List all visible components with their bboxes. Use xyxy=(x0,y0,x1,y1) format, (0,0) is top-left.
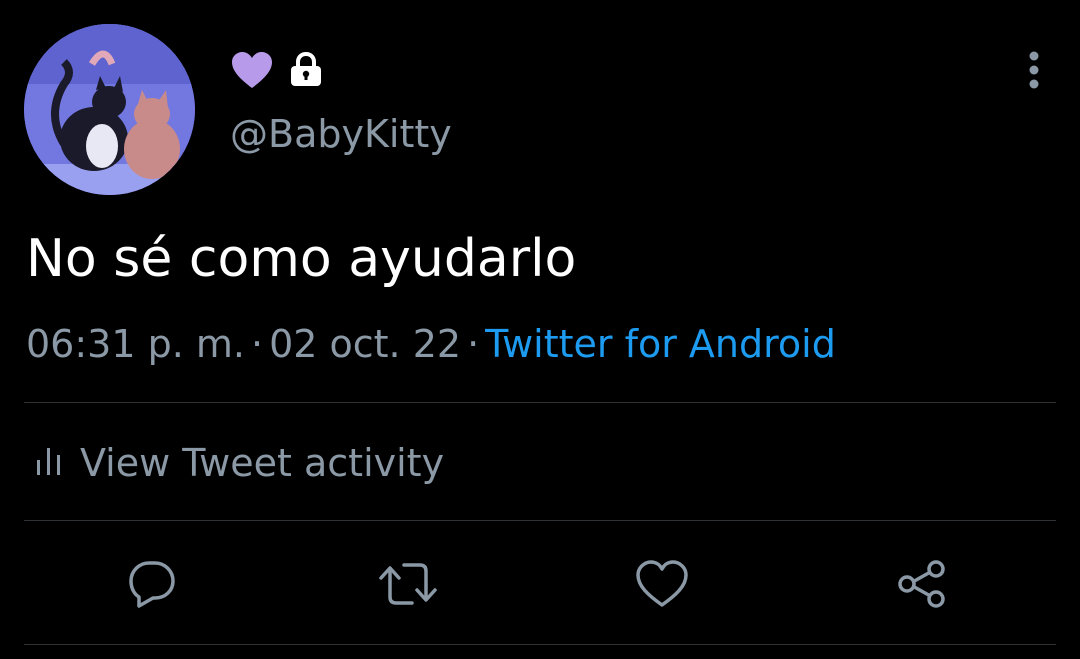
divider xyxy=(24,520,1056,521)
meta-separator: · xyxy=(250,322,264,366)
retweet-button[interactable] xyxy=(378,554,438,614)
divider xyxy=(24,644,1056,645)
view-tweet-activity-button[interactable]: View Tweet activity xyxy=(36,436,444,490)
lock-icon xyxy=(288,51,324,92)
cats-avatar-icon xyxy=(24,24,195,195)
more-vertical-icon xyxy=(1029,51,1039,89)
retweet-icon xyxy=(379,563,437,605)
view-tweet-activity-label: View Tweet activity xyxy=(80,441,445,485)
reply-icon xyxy=(129,561,175,608)
tweet-text: No sé como ayudarlo xyxy=(26,229,577,289)
tweet-date: 02 oct. 22 xyxy=(269,322,462,366)
divider xyxy=(24,402,1056,403)
share-button[interactable] xyxy=(892,554,952,614)
like-button[interactable] xyxy=(632,554,692,614)
analytics-icon xyxy=(36,446,62,480)
tweet-source-link[interactable]: Twitter for Android xyxy=(485,322,836,366)
user-handle[interactable]: @BabyKitty xyxy=(230,110,452,158)
share-icon xyxy=(898,560,945,608)
reply-button[interactable] xyxy=(122,554,182,614)
heart-icon xyxy=(636,560,688,607)
more-options-button[interactable] xyxy=(1010,44,1058,96)
display-name-row xyxy=(230,50,324,94)
avatar[interactable] xyxy=(24,24,195,195)
tweet-time: 06:31 p. m. xyxy=(26,322,245,366)
meta-separator: · xyxy=(467,322,480,366)
tweet-meta: 06:31 p. m. · 02 oct. 22 · Twitter for Andro… xyxy=(26,318,836,370)
purple-heart-icon xyxy=(230,50,274,94)
